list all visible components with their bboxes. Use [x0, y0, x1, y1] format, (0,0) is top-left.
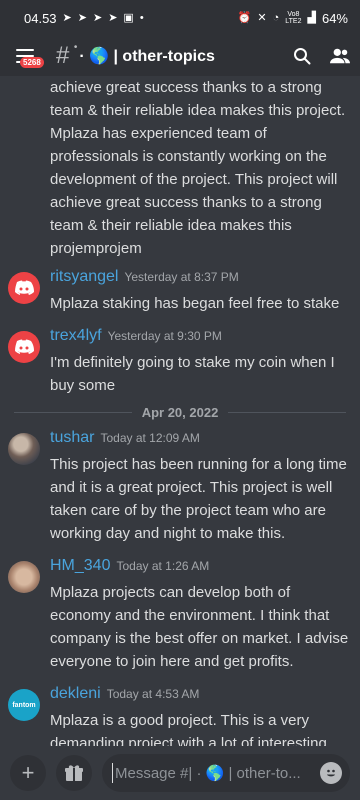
message[interactable]: HM_340 Today at 1:26 AM Mplaza projects …: [0, 557, 360, 673]
more-notifications-icon: •: [139, 11, 144, 24]
date-divider-label: Apr 20, 2022: [141, 404, 219, 420]
menu-button[interactable]: 5268: [10, 41, 44, 71]
wifi-icon: ◔: [272, 11, 280, 24]
message-continuation: achieve great success thanks to a strong…: [50, 79, 346, 257]
timestamp: Yesterday at 8:37 PM: [124, 270, 239, 284]
signal-icon: ▟: [307, 11, 316, 24]
emoji-icon[interactable]: [320, 762, 342, 784]
status-bar: 04.53 ➤ ➤ ➤ ➤ ▣ • ⏰ ✕ ◔ Vo8 LTE2 ▟ 64%: [0, 0, 360, 36]
mute-icon: ✕: [257, 11, 267, 24]
message-text: I'm definitely going to stake my coin wh…: [50, 354, 335, 394]
avatar[interactable]: [8, 433, 40, 465]
timestamp: Today at 4:53 AM: [106, 687, 200, 701]
message[interactable]: fantom dekleni Today at 4:53 AM Mplaza i…: [0, 685, 360, 746]
author-name[interactable]: HM_340: [50, 557, 110, 575]
discord-logo-icon: [15, 280, 34, 295]
message-text: Mplaza projects can develop both of econ…: [50, 584, 349, 670]
avatar[interactable]: [8, 331, 40, 363]
plus-icon: +: [21, 760, 35, 785]
message[interactable]: tushar Today at 12:09 AM This project ha…: [0, 429, 360, 545]
message-text: Mplaza is a good project. This is a very…: [50, 712, 327, 746]
text-channel-icon: # •: [56, 42, 78, 69]
author-name[interactable]: tushar: [50, 429, 94, 447]
channel-title[interactable]: · 🌎 | other-topics: [79, 46, 215, 66]
message-input-placeholder: Message #| · 🌎 | other-to...: [115, 765, 301, 782]
gift-icon: [65, 765, 83, 781]
discord-logo-icon: [15, 339, 34, 354]
timestamp: Today at 12:09 AM: [100, 431, 200, 445]
members-icon[interactable]: [330, 46, 350, 66]
author-name[interactable]: dekleni: [50, 685, 101, 703]
message-composer: + Message #| · 🌎 | other-to...: [0, 746, 360, 800]
author-name[interactable]: trex4lyf: [50, 327, 102, 345]
message[interactable]: trex4lyf Yesterday at 9:30 PM I'm defini…: [0, 327, 360, 397]
channel-header: 5268 # • · 🌎 | other-topics: [0, 36, 360, 76]
clock: 04.53: [24, 10, 57, 26]
message-list[interactable]: achieve great success thanks to a strong…: [0, 76, 360, 746]
notification-badge: 5268: [20, 57, 44, 68]
telegram-icon: ➤: [62, 11, 72, 24]
date-divider: Apr 20, 2022: [0, 401, 360, 423]
avatar[interactable]: fantom: [8, 689, 40, 721]
message-text: This project has been running for a long…: [50, 456, 347, 542]
avatar[interactable]: [8, 272, 40, 304]
telegram-icon: ➤: [77, 11, 87, 24]
avatar[interactable]: [8, 561, 40, 593]
search-icon[interactable]: [292, 46, 312, 66]
message-text: Mplaza staking has began feel free to st…: [50, 295, 340, 312]
author-name[interactable]: ritsyangel: [50, 268, 118, 286]
add-attachment-button[interactable]: +: [10, 755, 46, 791]
avatar-label: fantom: [12, 701, 36, 709]
message-input[interactable]: Message #| · 🌎 | other-to...: [102, 754, 350, 792]
timestamp: Yesterday at 9:30 PM: [107, 329, 222, 343]
network-type: Vo8 LTE2: [285, 11, 302, 25]
telegram-icon: ➤: [92, 11, 103, 24]
alarm-icon: ⏰: [237, 11, 252, 24]
telegram-icon: ➤: [108, 11, 118, 24]
timestamp: Today at 1:26 AM: [116, 559, 210, 573]
message[interactable]: ritsyangel Yesterday at 8:37 PM Mplaza s…: [0, 268, 360, 315]
gallery-icon: ▣: [123, 11, 134, 24]
gift-button[interactable]: [56, 755, 92, 791]
battery-level: 64%: [321, 10, 348, 26]
